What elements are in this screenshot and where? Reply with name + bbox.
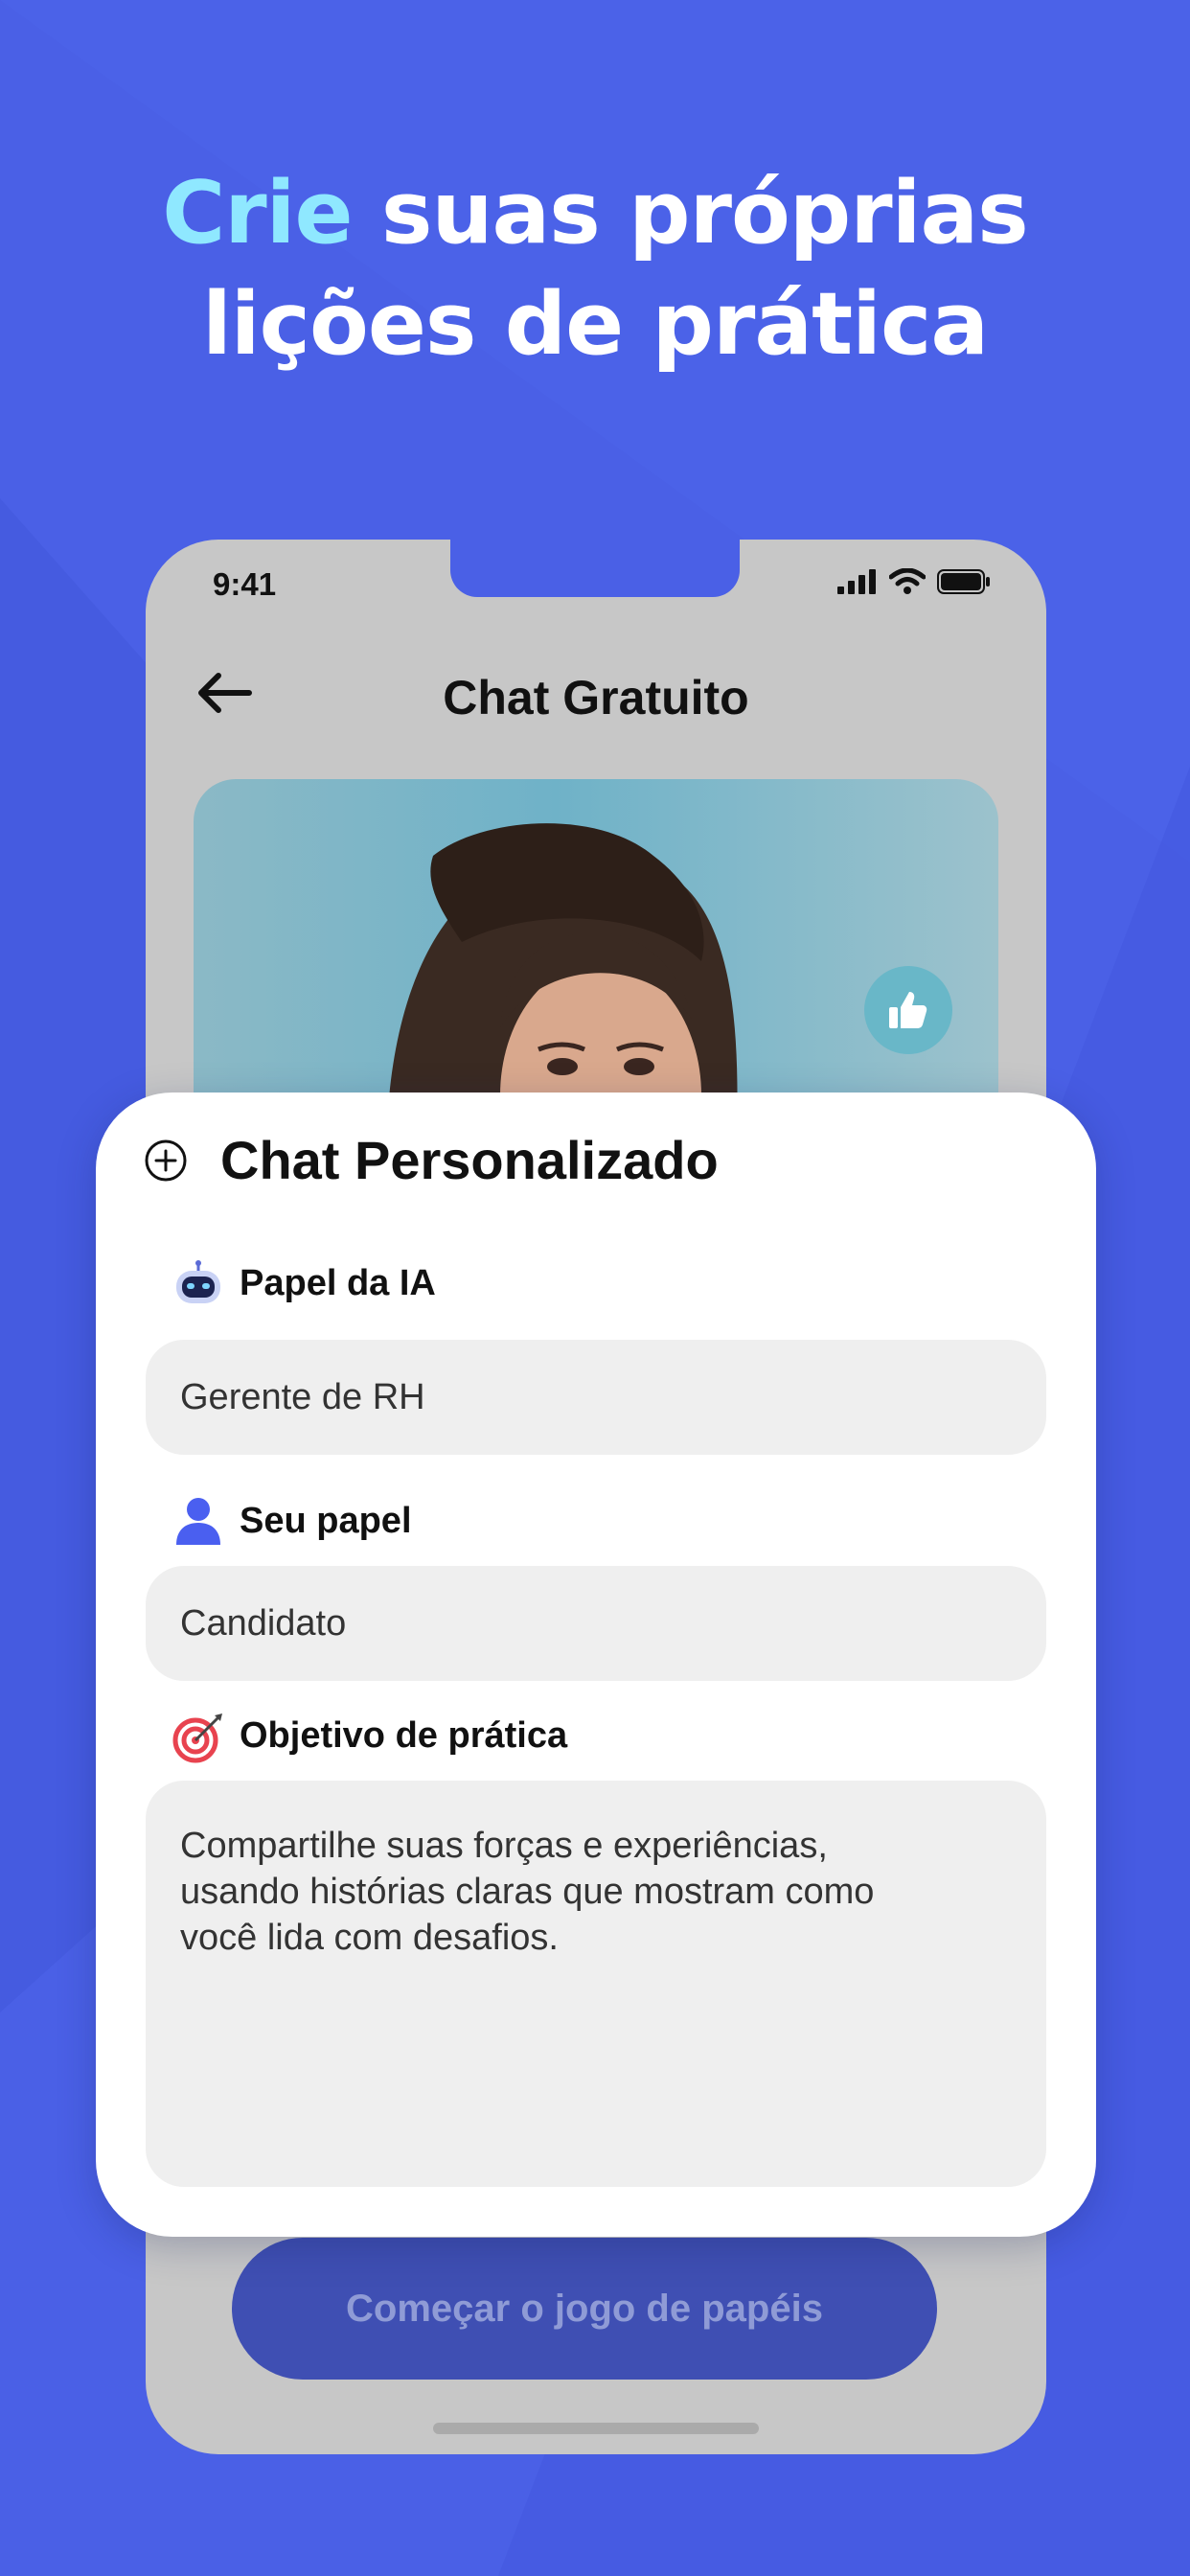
card-title: Chat Personalizado xyxy=(220,1130,719,1190)
nav-bar: Chat Gratuito xyxy=(146,655,1046,731)
signal-icon xyxy=(837,569,876,594)
person-icon xyxy=(176,1498,220,1545)
goal-label: Objetivo de prática xyxy=(240,1715,568,1756)
plus-circle-icon[interactable] xyxy=(144,1138,188,1183)
headline-line-1: Crie suas próprias xyxy=(0,158,1190,269)
headline-accent: Crie xyxy=(162,163,353,264)
home-indicator xyxy=(433,2423,759,2434)
headline-rest: suas próprias xyxy=(352,163,1029,264)
goal-text-line-1: Compartilhe suas forças e experiências, xyxy=(180,1826,828,1866)
robot-icon xyxy=(176,1260,220,1303)
phone-notch xyxy=(450,540,740,597)
user-role-label: Seu papel xyxy=(240,1501,412,1541)
status-icons xyxy=(837,568,991,595)
headline: Crie suas próprias lições de prática xyxy=(0,158,1190,380)
status-time: 9:41 xyxy=(213,566,277,602)
custom-chat-card: Chat Personalizado Papel da IA Gerente d… xyxy=(96,1092,1096,2237)
start-roleplay-button[interactable]: Começar o jogo de papéis xyxy=(232,2238,937,2380)
goal-text-line-2: usando histórias claras que mostram como xyxy=(180,1872,875,1912)
ai-role-field[interactable]: Gerente de RH xyxy=(146,1340,1046,1455)
goal-text-line-3: você lida com desafios. xyxy=(180,1918,559,1958)
like-button[interactable] xyxy=(864,966,952,1054)
goal-field[interactable]: Compartilhe suas forças e experiências, … xyxy=(146,1781,1046,2187)
battery-icon xyxy=(937,569,990,594)
wifi-icon xyxy=(889,568,926,594)
nav-title: Chat Gratuito xyxy=(443,671,749,724)
thumbs-up-icon xyxy=(889,992,927,1028)
user-role-field[interactable]: Candidato xyxy=(146,1566,1046,1681)
headline-line-2: lições de prática xyxy=(201,274,989,375)
ai-role-label: Papel da IA xyxy=(240,1263,436,1303)
target-icon xyxy=(172,1714,222,1763)
